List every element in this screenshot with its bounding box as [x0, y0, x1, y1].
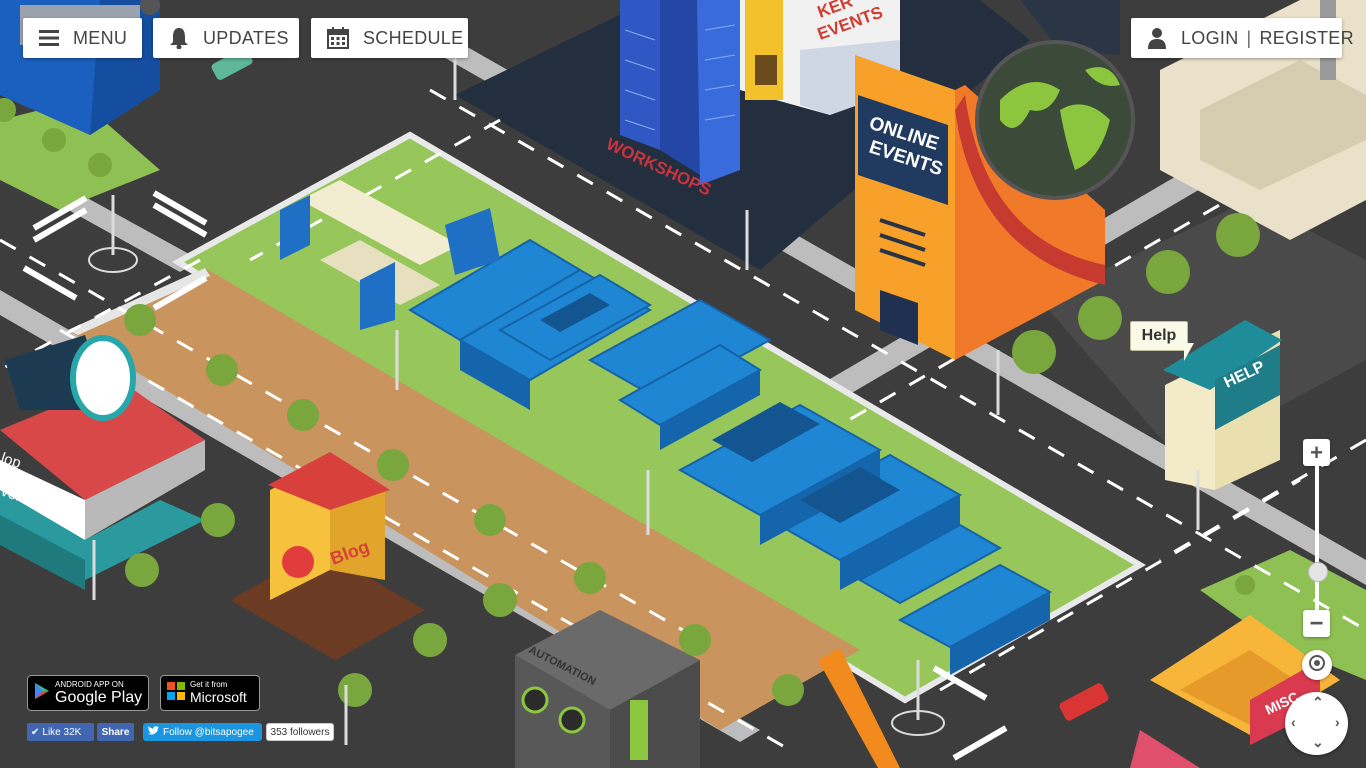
city-map-canvas[interactable]: WORKSHOPS KER EVENTS ONLINE EVENTS lop v…: [0, 0, 1366, 768]
hamburger-menu-icon: [39, 27, 59, 49]
zoom-in-button[interactable]: +: [1303, 439, 1330, 466]
target-icon: [1308, 654, 1326, 677]
help-tooltip-tail: [1184, 343, 1194, 361]
microsoft-big-text: Microsoft: [190, 689, 247, 705]
facebook-share-label: Share: [101, 726, 130, 738]
locate-button[interactable]: [1302, 650, 1332, 680]
updates-label: UPDATES: [203, 27, 289, 48]
zoom-slider-handle[interactable]: [1308, 562, 1328, 582]
pan-left-icon[interactable]: ‹: [1291, 714, 1296, 730]
twitter-bird-icon: [148, 726, 159, 738]
facebook-like-button[interactable]: ✔ Like 32K: [27, 723, 94, 741]
updates-button[interactable]: UPDATES: [153, 18, 299, 58]
schedule-button[interactable]: SCHEDULE: [311, 18, 468, 58]
twitter-followers-label: 353 followers: [270, 726, 330, 738]
google-play-big-text: Google Play: [55, 689, 143, 706]
facebook-like-label: Like 32K: [42, 726, 82, 738]
menu-button[interactable]: MENU: [23, 18, 142, 58]
register-link[interactable]: REGISTER: [1260, 28, 1354, 49]
twitter-follower-count: 353 followers: [266, 723, 334, 741]
pan-down-icon[interactable]: ⌄: [1312, 734, 1324, 751]
apogee-city-map[interactable]: WORKSHOPS KER EVENTS ONLINE EVENTS lop v…: [0, 0, 1366, 768]
facebook-share-button[interactable]: Share: [97, 723, 134, 741]
twitter-follow-label: Follow @bitsapogee: [163, 726, 254, 738]
bell-icon: [169, 27, 189, 49]
help-tooltip[interactable]: Help: [1130, 321, 1188, 351]
twitter-follow-button[interactable]: Follow @bitsapogee: [143, 723, 262, 741]
google-play-badge[interactable]: ANDROID APP ON Google Play: [27, 675, 149, 711]
user-icon: [1147, 27, 1167, 49]
auth-separator: |: [1246, 27, 1252, 48]
thumbs-up-icon: ✔: [31, 726, 40, 738]
microsoft-store-badge[interactable]: Get it from Microsoft: [160, 675, 260, 711]
telescope-lens-icon: [70, 335, 136, 421]
auth-box: LOGIN | REGISTER: [1131, 18, 1354, 58]
google-play-small-text: ANDROID APP ON: [55, 680, 124, 689]
microsoft-small-text: Get it from: [190, 680, 228, 689]
zoom-slider-track[interactable]: [1315, 466, 1319, 610]
login-link[interactable]: LOGIN: [1181, 28, 1239, 49]
microsoft-logo-icon: [167, 681, 185, 705]
pan-up-icon[interactable]: ⌃: [1312, 694, 1324, 711]
zoom-out-button[interactable]: −: [1303, 610, 1330, 637]
pan-right-icon[interactable]: ›: [1335, 714, 1340, 730]
calendar-icon: [327, 27, 349, 49]
google-play-icon: [34, 682, 50, 705]
schedule-label: SCHEDULE: [363, 27, 464, 48]
menu-label: MENU: [73, 27, 128, 48]
blog-logo-icon: [282, 546, 314, 578]
pan-control[interactable]: ⌃ ‹ › ⌄: [1285, 692, 1348, 755]
